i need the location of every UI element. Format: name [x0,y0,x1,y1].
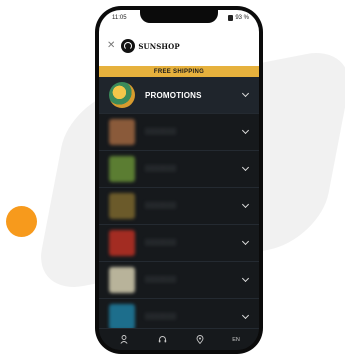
chevron-down-icon[interactable] [241,311,250,320]
menu-item[interactable]: ░░░░░░░ [99,225,259,262]
menu-item[interactable]: ░░░░░░░ [99,188,259,225]
logo-text: SUNSHOP [138,41,180,51]
menu-item-label: ░░░░░░░ [145,240,177,246]
close-icon[interactable]: ✕ [107,41,115,51]
category-thumbnail [109,230,135,256]
category-thumbnail [109,193,135,219]
battery-indicator: 93 % [228,15,249,21]
chevron-down-icon[interactable] [241,126,250,135]
menu-item[interactable]: ░░░░░░░ [99,114,259,151]
headset-icon[interactable] [156,334,168,346]
location-pin-icon[interactable] [194,334,206,346]
chevron-down-icon[interactable] [241,200,250,209]
chevron-down-icon[interactable] [241,237,250,246]
menu-item-label: ░░░░░░░ [145,277,177,283]
menu-item[interactable]: PROMOTIONS [99,77,259,114]
menu-item[interactable]: ░░░░░░░ [99,262,259,299]
app-header: ✕ SUNSHOP [99,26,259,66]
category-thumbnail [109,82,135,108]
phone-notch [140,10,218,23]
category-thumbnail [109,156,135,182]
shop-logo[interactable]: SUNSHOP [121,39,180,53]
chevron-down-icon[interactable] [241,274,250,283]
bottom-nav: EN [99,328,259,350]
menu-item-label: ░░░░░░░ [145,129,177,135]
category-thumbnail [109,119,135,145]
category-menu: PROMOTIONS ░░░░░░░ ░░░░░░░ ░░░░░░░ ░░░░░░░ ░░… [99,77,259,336]
battery-percent: 93 % [235,15,249,21]
chevron-down-icon[interactable] [241,89,250,98]
phone-frame: 11:05 93 % ✕ SUNSHOP FREE SHIPPING PROMO… [95,6,263,354]
language-selector[interactable]: EN [232,337,240,343]
menu-item-label: ░░░░░░░ [145,314,177,320]
menu-item-label: ░░░░░░░ [145,166,177,172]
category-thumbnail [109,304,135,330]
phone-screen: 11:05 93 % ✕ SUNSHOP FREE SHIPPING PROMO… [99,10,259,350]
logo-icon [121,39,136,53]
battery-icon [228,15,234,21]
menu-item-label: PROMOTIONS [145,90,202,100]
user-icon[interactable] [118,334,130,346]
menu-item-label: ░░░░░░░ [145,203,177,209]
menu-item[interactable]: ░░░░░░░ [99,151,259,188]
chevron-down-icon[interactable] [241,163,250,172]
category-thumbnail [109,267,135,293]
decorative-dot [6,206,37,237]
status-time: 11:05 [112,15,127,21]
free-shipping-banner: FREE SHIPPING [99,66,259,77]
